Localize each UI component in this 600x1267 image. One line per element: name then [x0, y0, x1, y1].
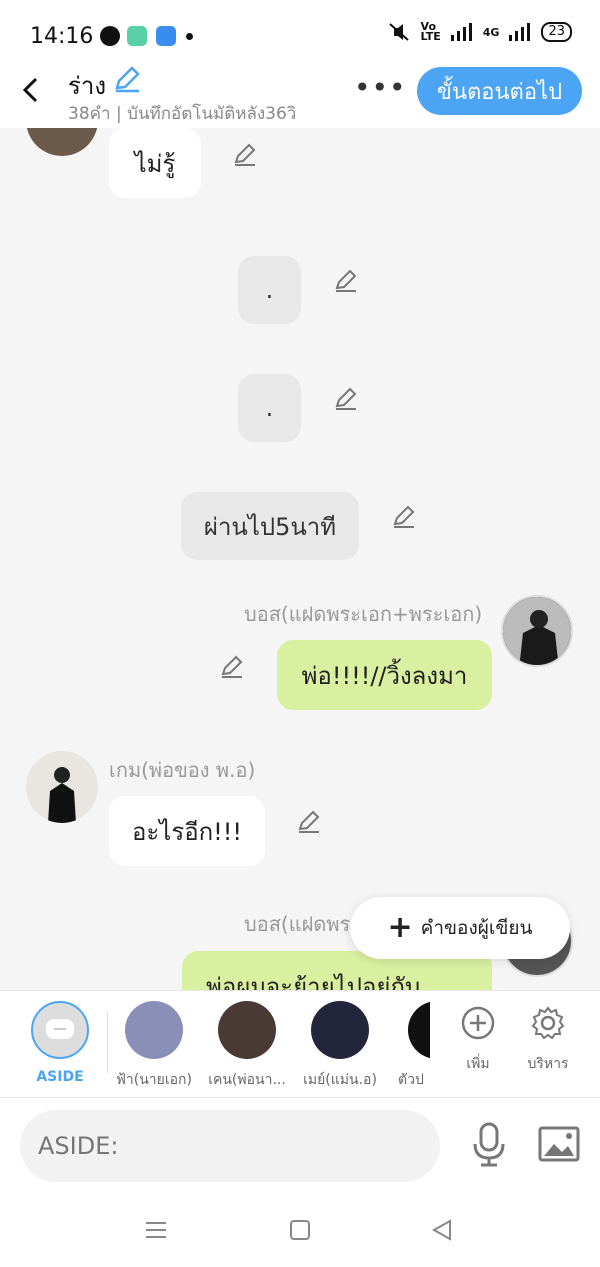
system-nav-bar: [0, 1198, 600, 1267]
avatar: [218, 1001, 276, 1059]
chat-area: ไม่รู้ . . ผ่านไป5นาที บอส(แฝดพระเอก+พระ…: [0, 128, 600, 990]
avatar[interactable]: [26, 128, 98, 156]
pencil-icon[interactable]: [112, 64, 142, 94]
avatar[interactable]: [26, 751, 98, 823]
aside-icon: [31, 1001, 89, 1059]
mute-icon: [388, 23, 409, 41]
image-icon[interactable]: [538, 1126, 580, 1162]
manage-label: บริหาร: [527, 1056, 569, 1072]
app-icon-green: [127, 26, 147, 46]
signal-icon-2: [509, 23, 531, 41]
input-area: [0, 1098, 600, 1198]
avatar-image: [26, 751, 98, 823]
avatar[interactable]: [501, 595, 573, 667]
character-item[interactable]: เคน(พ่อนา...: [202, 1001, 292, 1091]
pencil-icon[interactable]: [391, 504, 417, 530]
character-aside[interactable]: ASIDE: [15, 1001, 105, 1085]
draft-meta: 38คำ | บันทึกอัตโนมัติหลัง36วิ: [68, 104, 297, 124]
aside-bubble[interactable]: .: [238, 256, 301, 324]
character-item[interactable]: ตัวป: [388, 1001, 430, 1091]
gear-icon: [531, 1006, 565, 1040]
more-icon[interactable]: •••: [354, 74, 407, 102]
pencil-icon[interactable]: [232, 142, 258, 168]
character-item[interactable]: เมย์(แม่น.อ): [295, 1001, 385, 1091]
sender-name: บอส(แฝดพระเอก+พระเอก): [244, 602, 483, 626]
pencil-icon[interactable]: [219, 654, 245, 680]
author-note-button[interactable]: + คำของผู้เขียน: [350, 897, 570, 959]
menu-icon[interactable]: [144, 1218, 168, 1242]
character-bar: ASIDE ฟ้า(นายเอก) เคน(พ่อนา... เมย์(แม่น…: [0, 990, 600, 1098]
line-app-icon: [100, 26, 120, 46]
status-indicators: Vo LTE 4G 23: [387, 20, 572, 43]
sender-name: เกม(พ่อของ พ.อ): [109, 758, 256, 782]
message-bubble[interactable]: อะไรอีก!!!: [109, 796, 265, 866]
avatar-image: [503, 597, 571, 665]
app-icon-blue: [156, 26, 176, 46]
aside-input[interactable]: [20, 1110, 440, 1182]
next-step-button[interactable]: ขั้นตอนต่อไป: [417, 67, 582, 115]
pencil-icon[interactable]: [333, 268, 359, 294]
add-circle-icon: [461, 1006, 495, 1040]
volte-icon: Vo LTE: [420, 20, 441, 43]
nav-back-icon[interactable]: [430, 1218, 454, 1242]
mic-icon[interactable]: [470, 1122, 508, 1168]
pencil-icon[interactable]: [333, 386, 359, 412]
avatar: [125, 1001, 183, 1059]
add-character-button[interactable]: เพิ่ม: [448, 1005, 508, 1075]
avatar: [408, 1001, 430, 1059]
character-name: เมย์(แม่น.อ): [303, 1072, 377, 1088]
pencil-icon[interactable]: [296, 809, 322, 835]
home-icon[interactable]: [288, 1218, 312, 1242]
add-label: เพิ่ม: [466, 1056, 490, 1072]
back-icon: [22, 77, 38, 103]
network-label: 4G: [482, 25, 500, 39]
signal-icon: [450, 23, 472, 41]
author-note-label: คำของผู้เขียน: [420, 917, 533, 939]
status-time: 14:16: [30, 24, 94, 49]
notification-dot: [186, 33, 193, 40]
divider: [107, 1011, 108, 1073]
battery-indicator: 23: [541, 22, 572, 42]
aside-bubble[interactable]: ผ่านไป5นาที: [181, 492, 359, 560]
character-item[interactable]: ฟ้า(นายเอก): [109, 1001, 199, 1091]
top-bar: ร่าง 38คำ | บันทึกอัตโนมัติหลัง36วิ ••• …: [0, 66, 600, 128]
plus-icon: +: [387, 910, 413, 945]
message-bubble[interactable]: พ่อ!!!!//วิ้งลงมา: [277, 640, 492, 710]
character-name: ตัวป: [398, 1072, 424, 1088]
status-bar: 14:16 Vo LTE 4G 23: [0, 0, 600, 70]
character-name: เคน(พ่อนา...: [208, 1072, 286, 1088]
back-button[interactable]: [12, 72, 48, 108]
manage-button[interactable]: บริหาร: [518, 1005, 578, 1075]
message-bubble[interactable]: ไม่รู้: [109, 128, 201, 198]
character-name: ฟ้า(นายเอก): [115, 1072, 192, 1088]
character-name: ASIDE: [36, 1069, 84, 1085]
avatar: [311, 1001, 369, 1059]
aside-bubble[interactable]: .: [238, 374, 301, 442]
